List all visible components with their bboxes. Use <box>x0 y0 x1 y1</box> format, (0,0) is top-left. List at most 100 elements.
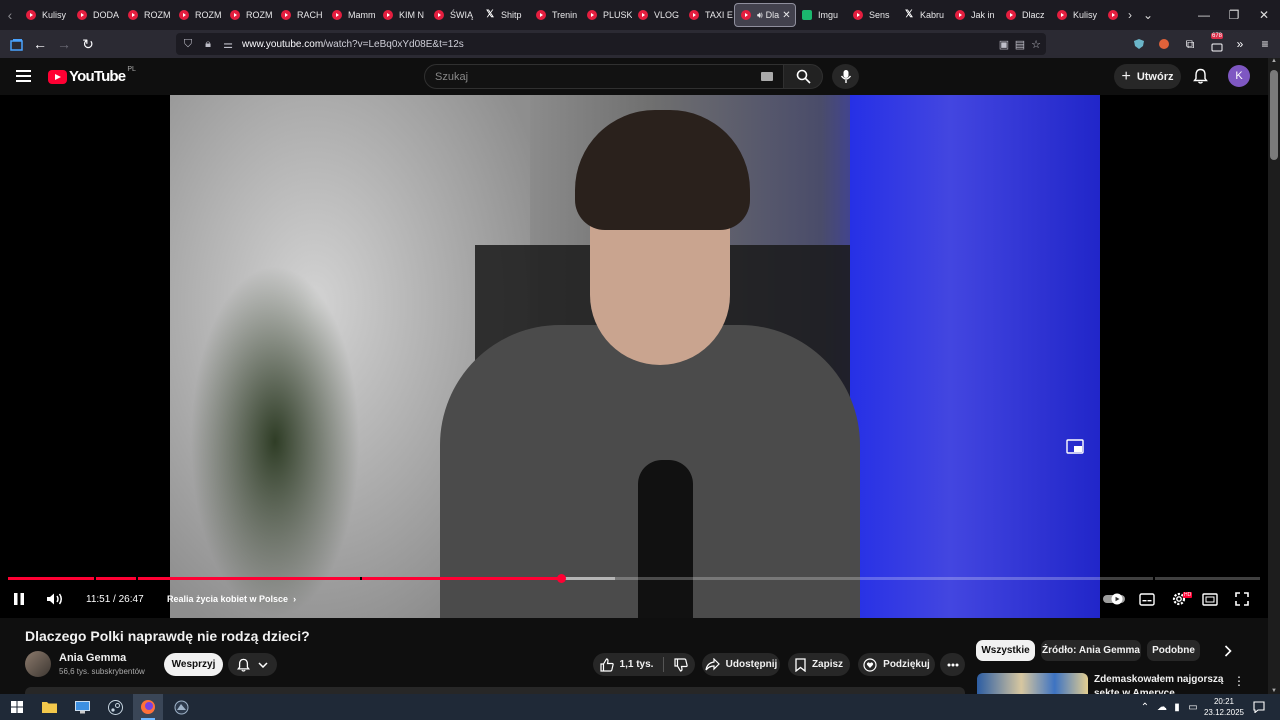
create-button[interactable]: + Utwórz <box>1114 64 1181 89</box>
shield-icon[interactable]: ⛉ <box>180 38 196 51</box>
browser-tab[interactable]: ŚWIĄ <box>428 3 479 27</box>
reader-view-icon[interactable]: ▤ <box>1012 38 1028 51</box>
lock-icon[interactable]: 🔒︎ <box>200 38 216 51</box>
browser-tab[interactable]: Imgu <box>796 3 847 27</box>
taskbar-clock[interactable]: 20:21 23.12.2025 <box>1200 696 1248 718</box>
browser-tab[interactable]: ROZM <box>224 3 275 27</box>
url-text[interactable]: www.youtube.com/watch?v=LeBq0xYd08E&t=12… <box>242 39 464 50</box>
extensions-puzzle-icon[interactable]: ⧉ <box>1181 35 1199 53</box>
dislike-button[interactable] <box>674 657 689 672</box>
notifications-bell-icon[interactable] <box>1190 66 1210 86</box>
browser-tab[interactable]: Kulisy <box>1051 3 1102 27</box>
browser-tab[interactable]: ROZM <box>122 3 173 27</box>
back-icon[interactable]: ← <box>28 32 52 56</box>
recommended-more-icon[interactable]: ⋮ <box>1233 674 1245 688</box>
support-button[interactable]: Wesprzyj <box>164 653 223 676</box>
subscription-notifications-button[interactable] <box>228 653 277 676</box>
autoplay-toggle[interactable] <box>1103 591 1125 607</box>
reload-icon[interactable]: ↻ <box>76 32 100 56</box>
browser-tab[interactable]: 𝕏 Shitp <box>479 3 530 27</box>
keyboard-icon[interactable] <box>761 72 773 81</box>
save-button[interactable]: Zapisz <box>788 653 850 676</box>
fullscreen-icon[interactable] <box>1233 591 1251 607</box>
chip-source-channel[interactable]: Źródło: Ania Gemma <box>1041 640 1141 661</box>
more-actions-button[interactable] <box>940 653 965 676</box>
browser-tab[interactable]: 𝕏 Kabru <box>898 3 949 27</box>
browser-tab[interactable]: Jak in <box>949 3 1000 27</box>
thanks-button[interactable]: Podziękuj <box>858 653 935 676</box>
search-input[interactable]: Szukaj <box>424 64 784 89</box>
windows-start-icon[interactable] <box>8 698 26 716</box>
chips-next-icon[interactable] <box>1218 642 1238 660</box>
url-bar[interactable]: ⛉ 🔒︎ ⚌ www.youtube.com/watch?v=LeBq0xYd0… <box>176 33 1046 55</box>
recommended-video-title[interactable]: Zdemaskowałem najgorszą sektę w Ameryce <box>1094 673 1229 694</box>
close-window-icon[interactable]: ✕ <box>1248 0 1280 30</box>
browser-tab[interactable]: PLUSK <box>581 3 632 27</box>
description-box[interactable] <box>25 687 965 694</box>
page-permissions-icon[interactable]: ⚌ <box>220 38 236 51</box>
app-menu-icon[interactable]: ≡ <box>1256 35 1274 53</box>
extension-shield-icon[interactable] <box>1130 35 1148 53</box>
miniplayer-icon[interactable] <box>1066 439 1084 455</box>
browser-tab[interactable]: Trenin <box>530 3 581 27</box>
forward-icon[interactable]: → <box>52 32 76 56</box>
picture-in-picture-icon[interactable]: ▣ <box>996 38 1012 51</box>
network-icon[interactable]: ▭ <box>1186 700 1200 714</box>
sidebar-toggle-icon[interactable] <box>4 32 28 56</box>
browser-tab[interactable]: Mamm <box>326 3 377 27</box>
theater-mode-icon[interactable] <box>1201 591 1219 607</box>
video-frame[interactable] <box>170 95 1100 618</box>
browser-tab[interactable]: DODA <box>71 3 122 27</box>
scrollbar-thumb[interactable] <box>1270 70 1278 160</box>
chip-similar[interactable]: Podobne <box>1147 640 1200 661</box>
share-button[interactable]: Udostępnij <box>702 653 780 676</box>
chip-all[interactable]: Wszystkie <box>976 640 1035 661</box>
video-player[interactable]: 11:51 / 26:47 Realia życia kobiet w Pols… <box>0 95 1268 618</box>
pause-button[interactable] <box>12 589 26 609</box>
subtitles-icon[interactable] <box>1138 591 1156 607</box>
overflow-menu-icon[interactable]: » <box>1231 35 1249 53</box>
channel-avatar[interactable] <box>25 651 51 677</box>
voice-search-button[interactable] <box>832 64 859 89</box>
restore-window-icon[interactable]: ❐ <box>1218 0 1250 30</box>
page-scrollbar[interactable]: ▲ ▼ <box>1268 58 1280 694</box>
browser-tab[interactable]: Kulisy <box>20 3 71 27</box>
account-avatar[interactable]: K <box>1228 65 1250 87</box>
file-explorer-icon[interactable] <box>40 698 58 716</box>
browser-tab[interactable]: ROZM <box>173 3 224 27</box>
notifications-center-icon[interactable] <box>1252 700 1266 714</box>
bookmark-star-icon[interactable]: ☆ <box>1028 38 1044 51</box>
tab-audio-icon[interactable]: 🔊︎ <box>757 10 763 21</box>
search-button[interactable] <box>783 64 823 89</box>
youtube-logo[interactable]: YouTube PL <box>48 66 136 85</box>
misc-app-icon[interactable] <box>172 698 190 716</box>
browser-tab[interactable]: VLOG <box>632 3 683 27</box>
steam-icon[interactable] <box>106 698 124 716</box>
tab-active[interactable]: 🔊︎ Dla ✕ <box>734 3 796 27</box>
progress-bar[interactable] <box>8 574 1260 583</box>
browser-tab[interactable]: Sens <box>847 3 898 27</box>
remote-desktop-icon[interactable] <box>73 698 91 716</box>
browser-tab[interactable]: RACH <box>275 3 326 27</box>
tray-overflow-icon[interactable]: ⌃ <box>1138 700 1152 714</box>
minimize-window-icon[interactable]: — <box>1188 0 1220 30</box>
microphone-tray-icon[interactable]: ▮ <box>1170 700 1184 714</box>
channel-name[interactable]: Ania Gemma <box>59 652 126 664</box>
like-button[interactable]: 1,1 tys. <box>599 657 653 672</box>
tab-close-icon[interactable]: ✕ <box>782 10 790 21</box>
tab-list-dropdown-icon[interactable]: ⌄ <box>1132 0 1164 30</box>
tabs-scroll-left-icon[interactable]: ‹ <box>0 0 20 30</box>
extension-fox-icon[interactable] <box>1155 35 1173 53</box>
chapter-button[interactable]: Realia życia kobiet w Polsce › <box>167 589 296 609</box>
extension-badge-icon[interactable]: 678 <box>1206 33 1228 53</box>
browser-tab[interactable]: TAXI E <box>683 3 734 27</box>
browser-tab[interactable]: Dlacz <box>1000 3 1051 27</box>
scroll-up-icon[interactable]: ▲ <box>1270 58 1278 64</box>
browser-tab[interactable]: KIM N <box>377 3 428 27</box>
cloud-sync-icon[interactable]: ☁︎ <box>1155 700 1169 714</box>
volume-button[interactable] <box>46 589 64 609</box>
firefox-icon[interactable] <box>139 698 157 716</box>
recommended-video-thumbnail[interactable] <box>977 673 1088 694</box>
guide-menu-icon[interactable] <box>16 70 31 85</box>
time-readout: 11:51 / 26:47 <box>86 589 144 609</box>
